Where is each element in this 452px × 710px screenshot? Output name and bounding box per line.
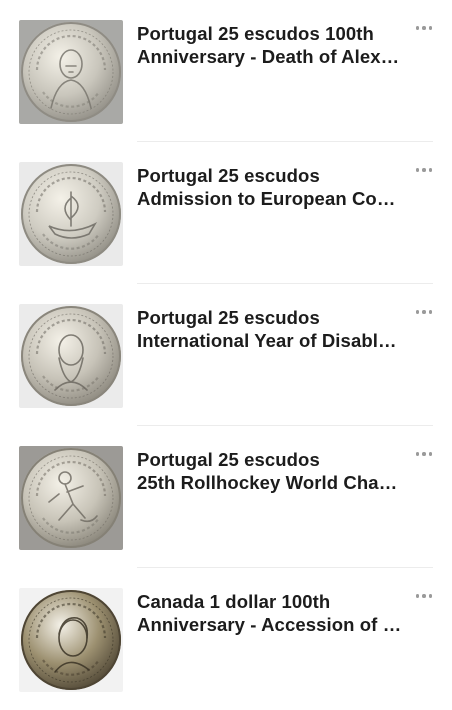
item-title-line: Anniversary - Accession of Br... <box>137 614 405 635</box>
item-title-line: 25th Rollhockey World Cham... <box>137 472 405 493</box>
item-title[interactable]: Portugal 25 escudos 25th Rollhockey Worl… <box>137 448 405 494</box>
item-title-line: Canada 1 dollar 100th <box>137 591 331 612</box>
coin-thumbnail[interactable] <box>19 588 123 692</box>
coin-image-ship <box>19 162 123 266</box>
item-title-line: Anniversary - Death of Alexan... <box>137 46 405 67</box>
item-title[interactable]: Portugal 25 escudos 100th Anniversary - … <box>137 22 405 68</box>
item-title-line: International Year of Disabled... <box>137 330 405 351</box>
coin-image-portrait <box>19 20 123 124</box>
list-item[interactable]: Portugal 25 escudos 25th Rollhockey Worl… <box>0 426 452 568</box>
item-title[interactable]: Canada 1 dollar 100th Anniversary - Acce… <box>137 590 405 636</box>
coin-thumbnail[interactable] <box>19 304 123 408</box>
more-options-icon[interactable] <box>410 160 438 180</box>
list-item[interactable]: Portugal 25 escudos International Year o… <box>0 284 452 426</box>
coin-thumbnail[interactable] <box>19 162 123 266</box>
item-title[interactable]: Portugal 25 escudos Admission to Europea… <box>137 164 405 210</box>
item-title-line: Portugal 25 escudos 100th <box>137 23 374 44</box>
list-item[interactable]: Portugal 25 escudos 100th Anniversary - … <box>0 0 452 142</box>
item-title[interactable]: Portugal 25 escudos International Year o… <box>137 306 405 352</box>
more-options-icon[interactable] <box>410 18 438 38</box>
coin-image-queen-portrait <box>19 588 123 692</box>
list-item[interactable]: Portugal 25 escudos Admission to Europea… <box>0 142 452 284</box>
coin-list: Portugal 25 escudos 100th Anniversary - … <box>0 0 452 699</box>
coin-image-figure <box>19 304 123 408</box>
more-options-icon[interactable] <box>410 302 438 322</box>
coin-thumbnail[interactable] <box>19 446 123 550</box>
more-options-icon[interactable] <box>410 586 438 606</box>
item-title-line: Portugal 25 escudos <box>137 165 320 186</box>
item-title-line: Portugal 25 escudos <box>137 307 320 328</box>
item-title-line: Admission to European Com... <box>137 188 405 209</box>
item-title-line: Portugal 25 escudos <box>137 449 320 470</box>
coin-image-hockey-player <box>19 446 123 550</box>
more-options-icon[interactable] <box>410 444 438 464</box>
list-item[interactable]: Canada 1 dollar 100th Anniversary - Acce… <box>0 568 452 710</box>
coin-thumbnail[interactable] <box>19 20 123 124</box>
